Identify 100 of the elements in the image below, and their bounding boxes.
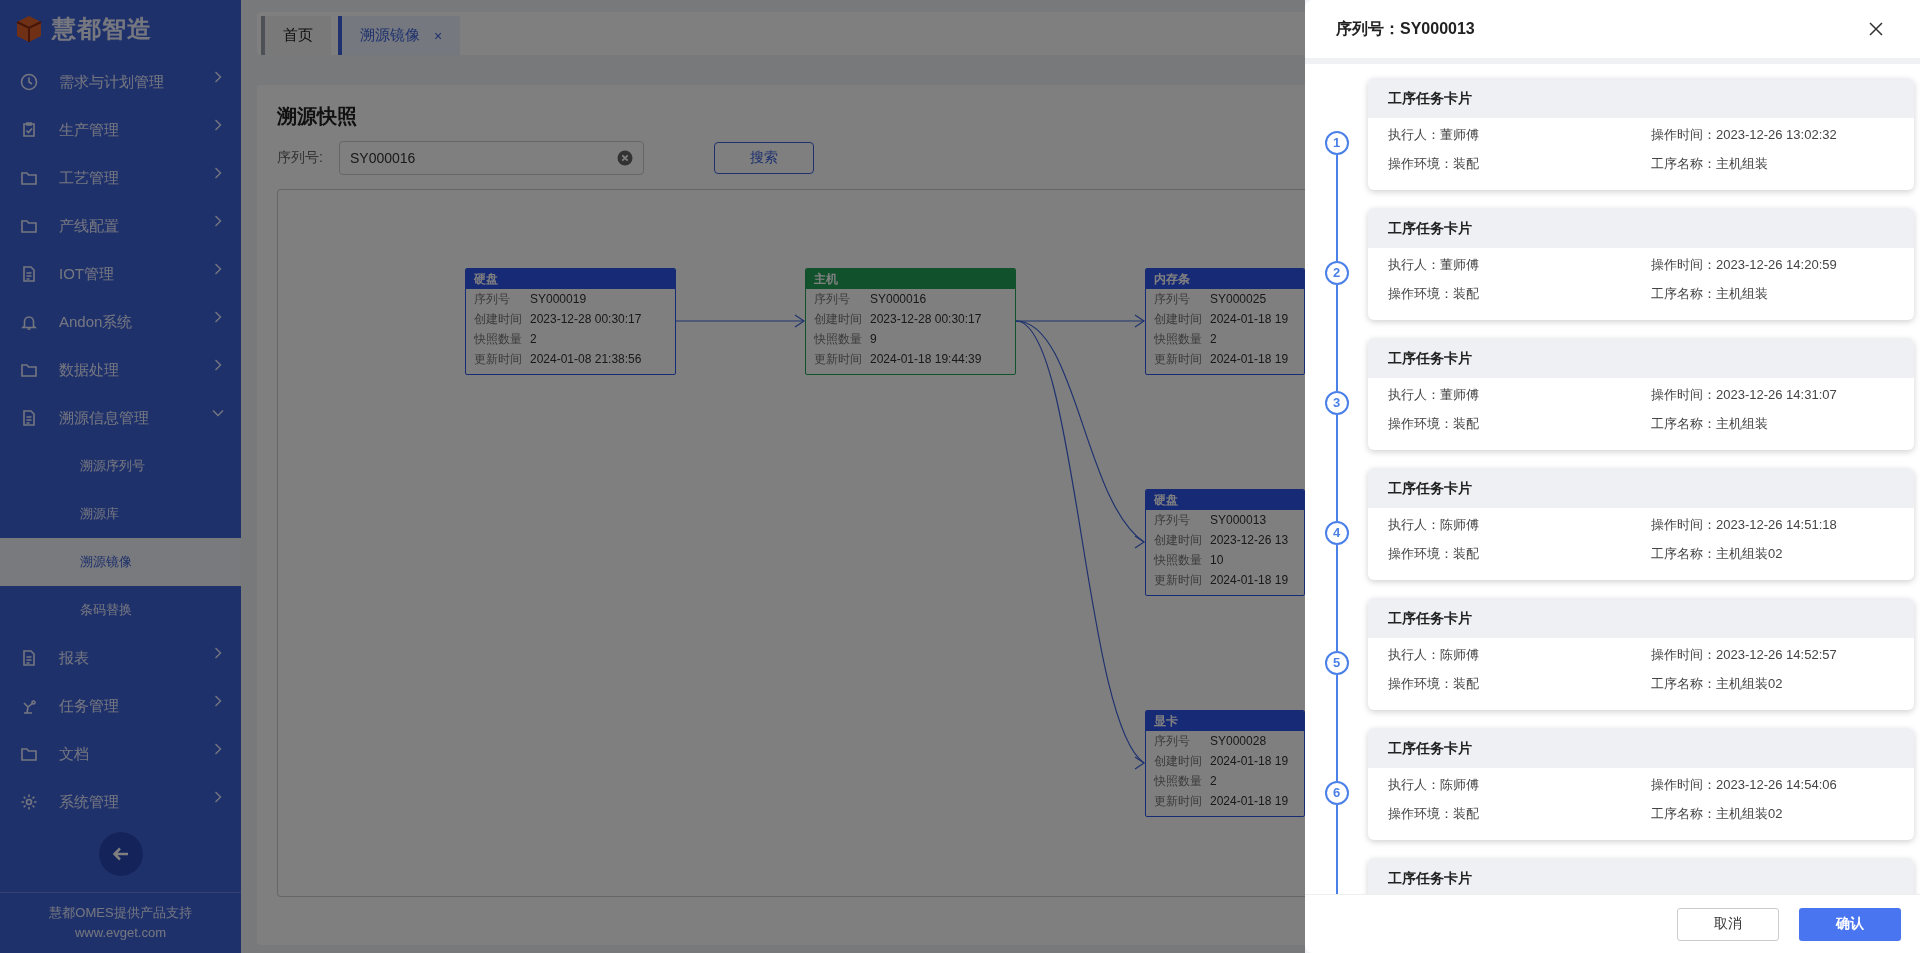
card-field: 操作环境：装配	[1388, 413, 1651, 435]
field-label: 创建时间	[474, 310, 523, 328]
node-title: 硬盘	[1146, 490, 1304, 510]
node-title: 显卡	[1146, 711, 1304, 731]
card-field: 工序名称：主机组装	[1651, 413, 1914, 435]
field-value: 2023-12-26 13	[1210, 533, 1289, 547]
collapse-button[interactable]	[98, 832, 143, 876]
card-field: 执行人：陈师傅	[1388, 514, 1651, 536]
field-label: 更新时间	[474, 350, 523, 368]
field-label: 快照数量	[814, 330, 863, 348]
step-number: 1	[1324, 131, 1349, 155]
field-label: 快照数量	[1154, 772, 1203, 790]
menu-item[interactable]: 任务管理	[0, 682, 241, 730]
menu-item[interactable]: Andon系统	[0, 298, 241, 346]
menu-item[interactable]: 数据处理	[0, 346, 241, 394]
tab[interactable]: 溯源镜像 ×	[338, 16, 461, 55]
menu-item[interactable]: 需求与计划管理	[0, 58, 241, 106]
node-title: 内存条	[1146, 269, 1304, 289]
trace-node[interactable]: 硬盘 序列号 SY000013 创建时间 2023-12-26 13 快照数量 10 更新时间 2024-01-18 19	[1145, 489, 1305, 596]
trace-node[interactable]: 主机 序列号 SY000016 创建时间 2023-12-28 00:30:17 快照数量 9 更新时间 2024-01-18 19:44:39	[805, 268, 1016, 375]
serial-input-field[interactable]: SY000016	[339, 141, 644, 175]
field-value: 2	[1210, 774, 1217, 788]
close-icon[interactable]	[1868, 21, 1884, 37]
trace-node[interactable]: 内存条 序列号 SY000025 创建时间 2024-01-18 19 快照数量 2 更新时间 2024-01-18 19	[1145, 268, 1305, 375]
clock-icon	[20, 73, 38, 91]
robot-arm-icon	[20, 697, 38, 715]
card-field: 操作时间：2023-12-26 14:31:07	[1651, 384, 1914, 406]
submenu-item[interactable]: 溯源镜像	[0, 538, 241, 586]
document-icon	[20, 649, 38, 667]
field-value: 2024-01-08 21:38:56	[530, 352, 642, 366]
card-field: 操作环境：装配	[1388, 283, 1651, 305]
step-number: 2	[1324, 261, 1349, 285]
close-tab-button[interactable]: ×	[434, 27, 443, 44]
field-label: 序列号:	[277, 149, 324, 167]
field-value: 2	[530, 332, 537, 346]
card-field: 工序名称：主机组装02	[1651, 543, 1914, 565]
field-value: 10	[1210, 553, 1224, 567]
trace-node[interactable]: 硬盘 序列号 SY000019 创建时间 2023-12-28 00:30:17 快照数量 2 更新时间 2024-01-08 21:38:56	[465, 268, 676, 375]
field-value: SY000025	[1210, 292, 1267, 306]
menu-item[interactable]: IOT管理	[0, 250, 241, 298]
card-field: 操作时间：2023-12-26 13:02:32	[1651, 124, 1914, 146]
field-label: 更新时间	[1154, 571, 1203, 589]
website-link[interactable]: www.evget.com	[74, 923, 166, 943]
card-field: 操作环境：装配	[1388, 803, 1651, 825]
card-field: 操作环境：装配	[1388, 153, 1651, 175]
field-value: 2024-01-18 19	[1210, 352, 1289, 366]
field-label: 更新时间	[1154, 350, 1203, 368]
card-field: 操作环境：装配	[1388, 673, 1651, 695]
node-title: 主机	[806, 269, 1015, 289]
card-field: 工序名称：主机组装	[1651, 153, 1914, 175]
field-value: SY000013	[1210, 513, 1267, 527]
field-label: 更新时间	[1154, 792, 1203, 810]
menu-item[interactable]: 文档	[0, 730, 241, 778]
card-field: 执行人：陈师傅	[1388, 644, 1651, 666]
menu-item[interactable]: 系统管理	[0, 778, 241, 826]
folder-icon	[20, 169, 38, 187]
submenu-item[interactable]: 条码替换	[0, 586, 241, 634]
trace-node[interactable]: 显卡 序列号 SY000028 创建时间 2024-01-18 19 快照数量 2 更新时间 2024-01-18 19	[1145, 710, 1305, 817]
card-field: 操作时间：2023-12-26 14:20:59	[1651, 254, 1914, 276]
card-title: 工序任务卡片	[1368, 78, 1914, 118]
document-icon	[20, 409, 38, 427]
card-title: 工序任务卡片	[1368, 338, 1914, 378]
search-button[interactable]: 搜索	[714, 142, 814, 174]
field-value: 9	[870, 332, 877, 346]
arrow-left-icon	[111, 845, 130, 863]
cancel-button[interactable]: 取消	[1677, 907, 1779, 941]
menu-item[interactable]: 溯源信息管理	[0, 394, 241, 442]
drawer-title: 序列号：SY000013	[1336, 18, 1476, 39]
menu-item[interactable]: 生产管理	[0, 106, 241, 154]
menu-item[interactable]: 报表	[0, 634, 241, 682]
field-label: 更新时间	[814, 350, 863, 368]
card-field: 执行人：董师傅	[1388, 254, 1651, 276]
step-number: 3	[1324, 391, 1349, 415]
card-field: 操作环境：装配	[1388, 543, 1651, 565]
field-value: 2023-12-28 00:30:17	[530, 312, 642, 326]
folder-icon	[20, 361, 38, 379]
field-value: SY000016	[870, 292, 927, 306]
confirm-button[interactable]: 确认	[1799, 907, 1901, 941]
app-logo: 慧都智造	[52, 14, 152, 44]
card-title: 工序任务卡片	[1368, 468, 1914, 508]
card-field: 工序名称：主机组装02	[1651, 803, 1914, 825]
field-label: 序列号	[1154, 511, 1191, 529]
settings-icon	[20, 793, 38, 811]
card-title: 工序任务卡片	[1368, 728, 1914, 768]
field-value: 2024-01-18 19:44:39	[870, 352, 982, 366]
bell-icon	[20, 313, 38, 331]
card-field: 操作时间：2023-12-26 14:52:57	[1651, 644, 1914, 666]
document-icon	[20, 265, 38, 283]
field-label: 创建时间	[1154, 310, 1203, 328]
clear-icon[interactable]	[617, 150, 633, 166]
menu-item[interactable]: 工艺管理	[0, 154, 241, 202]
folder-icon	[20, 217, 38, 235]
card-field: 工序名称：主机组装02	[1651, 673, 1914, 695]
field-label: 快照数量	[474, 330, 523, 348]
tab[interactable]: 首页	[261, 16, 331, 55]
field-value: 2024-01-18 19	[1210, 794, 1289, 808]
menu-item[interactable]: 产线配置	[0, 202, 241, 250]
field-value: 2024-01-18 19	[1210, 754, 1289, 768]
submenu-item[interactable]: 溯源库	[0, 490, 241, 538]
submenu-item[interactable]: 溯源序列号	[0, 442, 241, 490]
